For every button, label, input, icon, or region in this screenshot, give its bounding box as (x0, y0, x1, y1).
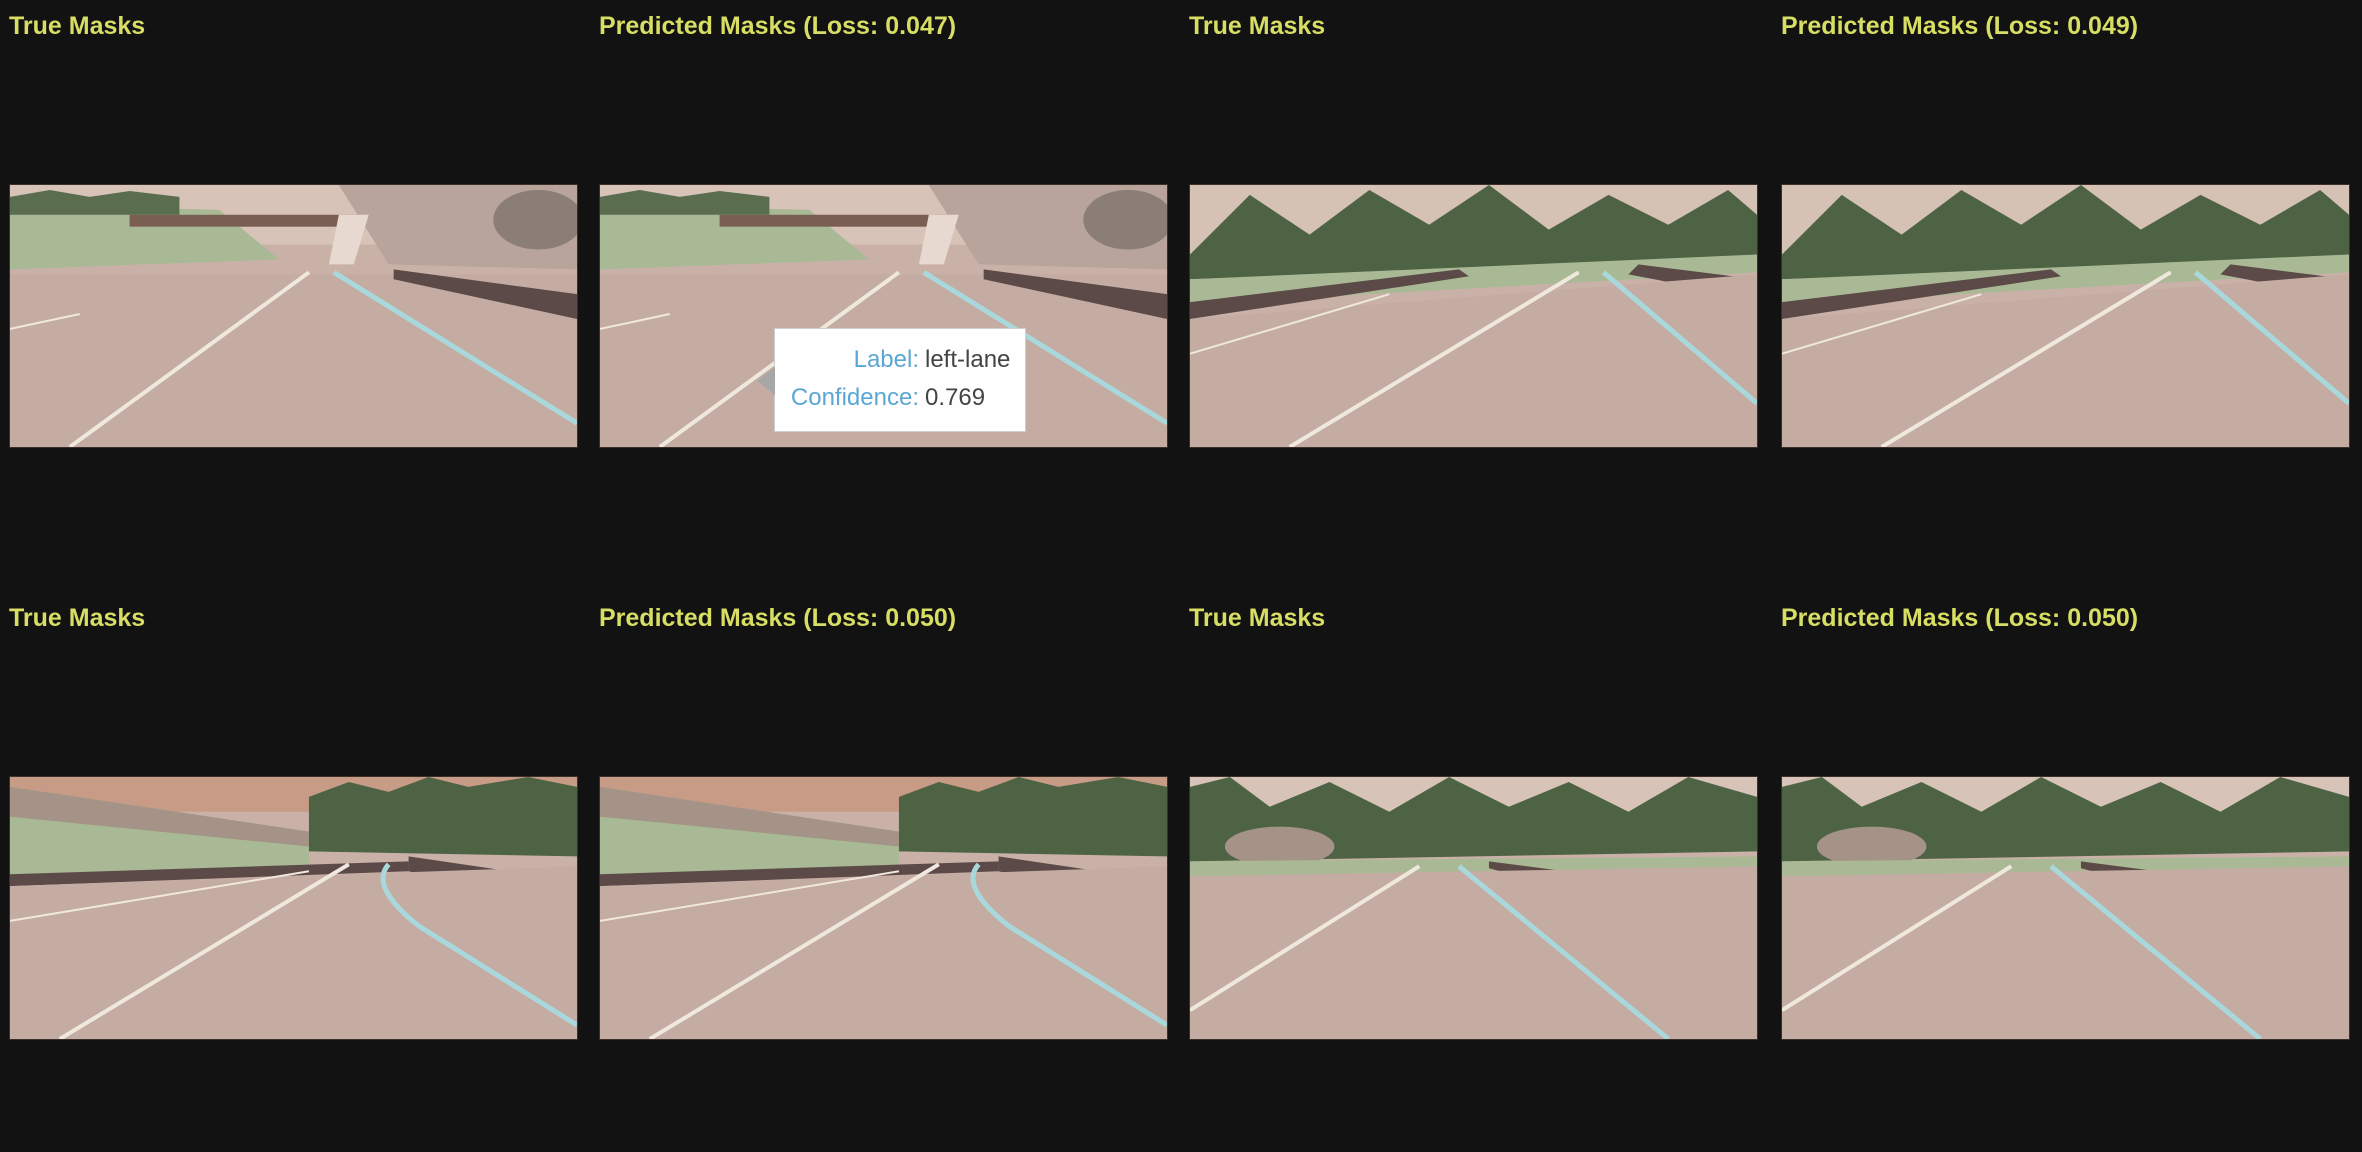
panel-title: Predicted Masks (Loss: 0.047) (599, 12, 957, 40)
mask-comparison-grid: True Masks Predicted Masks (Loss: 0.047) (0, 0, 2362, 1114)
road-image[interactable] (9, 184, 578, 448)
panel-true-masks-1: True Masks (0, 0, 580, 560)
panel-title: Predicted Masks (Loss: 0.050) (1781, 604, 2139, 632)
panel-title: True Masks (9, 604, 146, 632)
hover-tooltip: Label: left-lane Confidence: 0.769 (757, 328, 1026, 432)
road-image[interactable] (599, 776, 1168, 1040)
road-image[interactable] (9, 776, 578, 1040)
panel-title: True Masks (1189, 12, 1326, 40)
tooltip-arrow-icon (757, 367, 775, 395)
panel-predicted-masks-1: Predicted Masks (Loss: 0.047) (590, 0, 1170, 560)
tooltip-confidence-key: Confidence: (790, 384, 919, 411)
panel-true-masks-2: True Masks (1180, 0, 1760, 560)
tooltip-confidence-value: 0.769 (925, 384, 986, 411)
tooltip-label-row: Label: left-lane (775, 345, 1025, 375)
tooltip-confidence-row: Confidence: 0.769 (775, 383, 1025, 413)
panel-predicted-masks-2: Predicted Masks (Loss: 0.049) (1772, 0, 2352, 560)
panel-true-masks-3: True Masks (0, 592, 580, 1152)
tooltip-label-key: Label: (853, 346, 919, 373)
tooltip-label-value: left-lane (925, 346, 1011, 373)
panel-title: Predicted Masks (Loss: 0.050) (599, 604, 957, 632)
road-image[interactable] (1189, 184, 1758, 448)
panel-title: True Masks (1189, 604, 1326, 632)
panel-true-masks-4: True Masks (1180, 592, 1760, 1152)
panel-title: True Masks (9, 12, 146, 40)
panel-predicted-masks-3: Predicted Masks (Loss: 0.050) (590, 592, 1170, 1152)
panel-predicted-masks-4: Predicted Masks (Loss: 0.050) (1772, 592, 2352, 1152)
road-image[interactable] (1781, 776, 2350, 1040)
road-image[interactable] (1781, 184, 2350, 448)
road-image[interactable] (1189, 776, 1758, 1040)
panel-title: Predicted Masks (Loss: 0.049) (1781, 12, 2139, 40)
